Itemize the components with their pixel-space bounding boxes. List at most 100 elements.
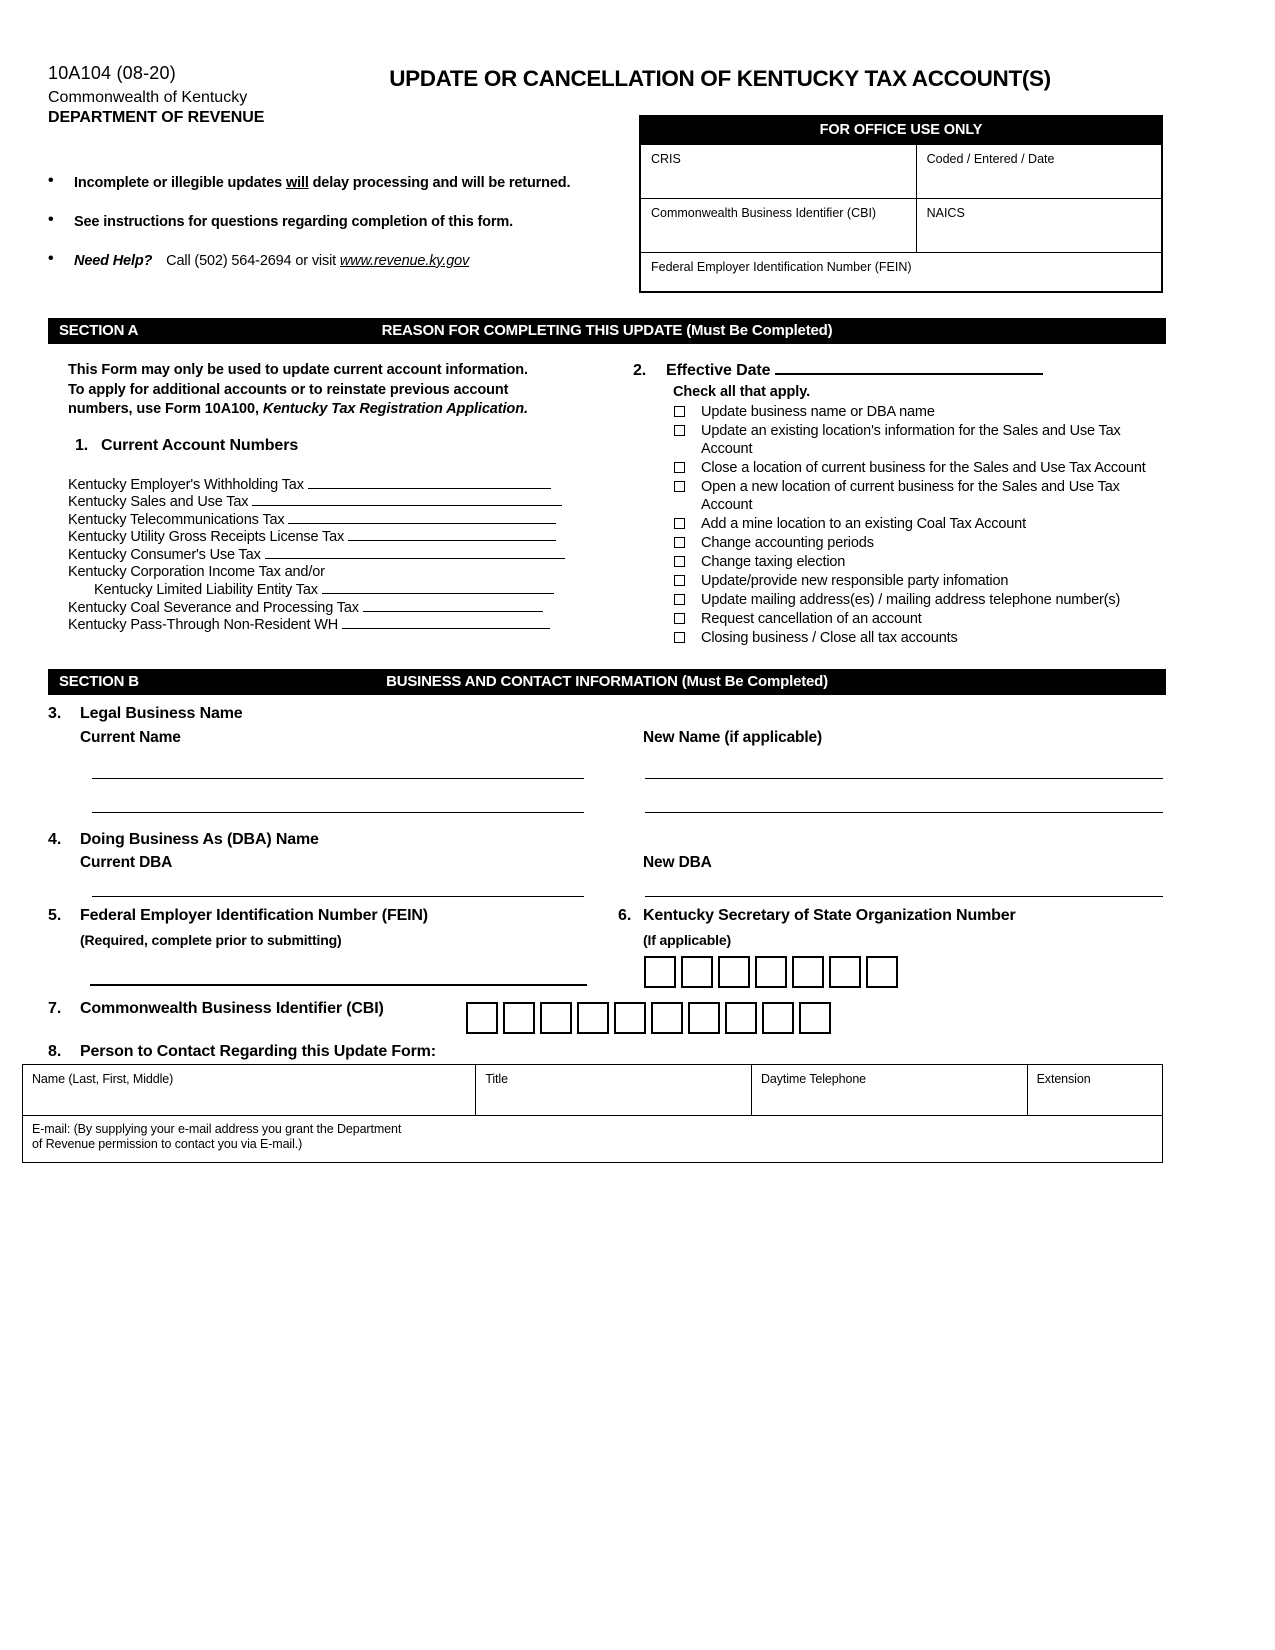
bullet-2-text: See instructions for questions regarding…: [74, 214, 513, 230]
section-a-title: REASON FOR COMPLETING THIS UPDATE (Must …: [381, 322, 833, 339]
item-2-number: 2.: [633, 362, 647, 379]
account-number-input[interactable]: [362, 600, 543, 612]
reason-checkbox-item[interactable]: Request cancellation of an account: [673, 610, 1168, 628]
cbi-char-box[interactable]: [688, 1002, 720, 1034]
checkbox-icon[interactable]: [674, 481, 685, 492]
account-number-label: Kentucky Corporation Income Tax and/or: [68, 564, 325, 581]
reason-checkbox-item[interactable]: Change accounting periods: [673, 534, 1168, 552]
bullet-see-instructions: See instructions for questions regarding…: [46, 211, 626, 231]
contact-field-name[interactable]: Name (Last, First, Middle): [23, 1065, 477, 1115]
item-8-number: 8.: [48, 1043, 62, 1060]
cbi-char-box[interactable]: [577, 1002, 609, 1034]
sos-number-char-box[interactable]: [829, 956, 861, 988]
cbi-char-box[interactable]: [651, 1002, 683, 1034]
sos-number-char-box[interactable]: [792, 956, 824, 988]
item-3-new-name-input-1[interactable]: [645, 778, 1163, 779]
office-field-naics[interactable]: NAICS: [917, 199, 1161, 252]
account-number-row: Kentucky Utility Gross Receipts License …: [68, 529, 598, 547]
checkbox-icon[interactable]: [674, 594, 685, 605]
item-4-current-dba-input[interactable]: [92, 896, 584, 897]
account-number-input[interactable]: [307, 477, 551, 489]
cbi-char-box[interactable]: [540, 1002, 572, 1034]
checkbox-icon[interactable]: [674, 406, 685, 417]
item-5-number: 5.: [48, 907, 62, 924]
item-5-label: Federal Employer Identification Number (…: [80, 907, 428, 924]
item-7-number: 7.: [48, 1000, 62, 1017]
account-number-label: Kentucky Coal Severance and Processing T…: [68, 599, 359, 616]
office-field-cris[interactable]: CRIS: [641, 145, 917, 198]
reason-checkbox-item[interactable]: Update mailing address(es) / mailing add…: [673, 591, 1168, 609]
sos-number-char-box[interactable]: [866, 956, 898, 988]
account-number-input[interactable]: [341, 617, 550, 630]
reason-checkbox-item[interactable]: Update business name or DBA name: [673, 403, 1168, 421]
cbi-char-box[interactable]: [725, 1002, 757, 1034]
reason-checkbox-item[interactable]: Open a new location of current business …: [673, 478, 1168, 514]
checkbox-icon[interactable]: [674, 425, 685, 436]
bullet-need-help: Need Help? Call (502) 564-2694 or visit …: [46, 250, 626, 270]
contact-field-title[interactable]: Title: [476, 1065, 752, 1115]
account-number-input[interactable]: [252, 494, 563, 507]
office-field-fein[interactable]: Federal Employer Identification Number (…: [641, 253, 1161, 291]
item-3-current-name-input-2[interactable]: [92, 812, 584, 813]
account-number-row: Kentucky Telecommunications Tax: [68, 512, 598, 530]
item-3-new-name-label: New Name (if applicable): [643, 729, 823, 746]
office-field-cbi[interactable]: Commonwealth Business Identifier (CBI): [641, 199, 917, 252]
cbi-char-box[interactable]: [503, 1002, 535, 1034]
checkbox-icon[interactable]: [674, 613, 685, 624]
account-number-input[interactable]: [288, 512, 557, 524]
bullet-1-post: delay processing and will be returned.: [308, 175, 571, 191]
bullet-1-pre: Incomplete or illegible updates: [74, 175, 286, 191]
account-number-input[interactable]: [348, 529, 557, 542]
page-title: UPDATE OR CANCELLATION OF KENTUCKY TAX A…: [389, 66, 1051, 91]
reason-checkbox-item[interactable]: Update an existing location's informatio…: [673, 422, 1168, 458]
contact-field-email[interactable]: E-mail: (By supplying your e-mail addres…: [23, 1116, 1162, 1162]
office-row-fein: Federal Employer Identification Number (…: [641, 252, 1161, 291]
section-b-title: BUSINESS AND CONTACT INFORMATION (Must B…: [386, 673, 828, 690]
cbi-char-box[interactable]: [614, 1002, 646, 1034]
sos-number-char-box[interactable]: [644, 956, 676, 988]
effective-date-input[interactable]: [775, 360, 1044, 375]
checkbox-icon[interactable]: [674, 575, 685, 586]
item-6-number: 6.: [618, 907, 632, 924]
item-4-new-dba-label: New DBA: [643, 854, 712, 871]
checkbox-icon[interactable]: [674, 462, 685, 473]
contact-field-daytime-telephone[interactable]: Daytime Telephone: [752, 1065, 1028, 1115]
account-number-row: Kentucky Corporation Income Tax and/or: [68, 564, 598, 582]
office-use-title: FOR OFFICE USE ONLY: [641, 117, 1161, 144]
item-1-heading: 1. Current Account Numbers: [75, 437, 598, 455]
sos-number-char-box[interactable]: [681, 956, 713, 988]
item-4-new-dba-input[interactable]: [645, 896, 1163, 897]
cbi-char-box[interactable]: [799, 1002, 831, 1034]
intro-line-1: This Form may only be used to update cur…: [68, 362, 528, 378]
account-number-row: Kentucky Consumer's Use Tax: [68, 547, 598, 565]
cbi-char-box[interactable]: [466, 1002, 498, 1034]
item-7-cbi-boxes[interactable]: [466, 1002, 831, 1034]
item-6-sos-number-boxes[interactable]: [644, 956, 898, 988]
office-field-coded-entered-date[interactable]: Coded / Entered / Date: [917, 145, 1161, 198]
cbi-char-box[interactable]: [762, 1002, 794, 1034]
section-b-header: SECTION B BUSINESS AND CONTACT INFORMATI…: [48, 669, 1166, 695]
revenue-website-link[interactable]: www.revenue.ky.gov: [340, 253, 469, 269]
reason-checkbox-item[interactable]: Change taxing election: [673, 553, 1168, 571]
reason-checkbox-label: Change taxing election: [701, 554, 846, 570]
checkbox-icon[interactable]: [674, 537, 685, 548]
contact-field-extension[interactable]: Extension: [1028, 1065, 1162, 1115]
account-number-input[interactable]: [321, 582, 554, 595]
reason-checkbox-label: Change accounting periods: [701, 535, 874, 551]
sos-number-char-box[interactable]: [755, 956, 787, 988]
sos-number-char-box[interactable]: [718, 956, 750, 988]
reason-checkbox-item[interactable]: Add a mine location to an existing Coal …: [673, 515, 1168, 533]
reason-checkbox-item[interactable]: Closing business / Close all tax account…: [673, 629, 1168, 647]
department-label: DEPARTMENT OF REVENUE: [48, 109, 265, 126]
item-5-fein-input[interactable]: [90, 984, 587, 986]
item-3-current-name-input-1[interactable]: [92, 778, 584, 779]
checkbox-icon[interactable]: [674, 518, 685, 529]
reason-checkbox-item[interactable]: Update/provide new responsible party inf…: [673, 572, 1168, 590]
current-account-numbers-list: Kentucky Employer's Withholding Tax Kent…: [68, 477, 598, 635]
reason-checkbox-item[interactable]: Close a location of current business for…: [673, 459, 1168, 477]
item-3-new-name-input-2[interactable]: [645, 812, 1163, 813]
checkbox-icon[interactable]: [674, 556, 685, 567]
account-number-input[interactable]: [264, 547, 565, 559]
item-2-label: Effective Date: [666, 362, 771, 379]
checkbox-icon[interactable]: [674, 632, 685, 643]
